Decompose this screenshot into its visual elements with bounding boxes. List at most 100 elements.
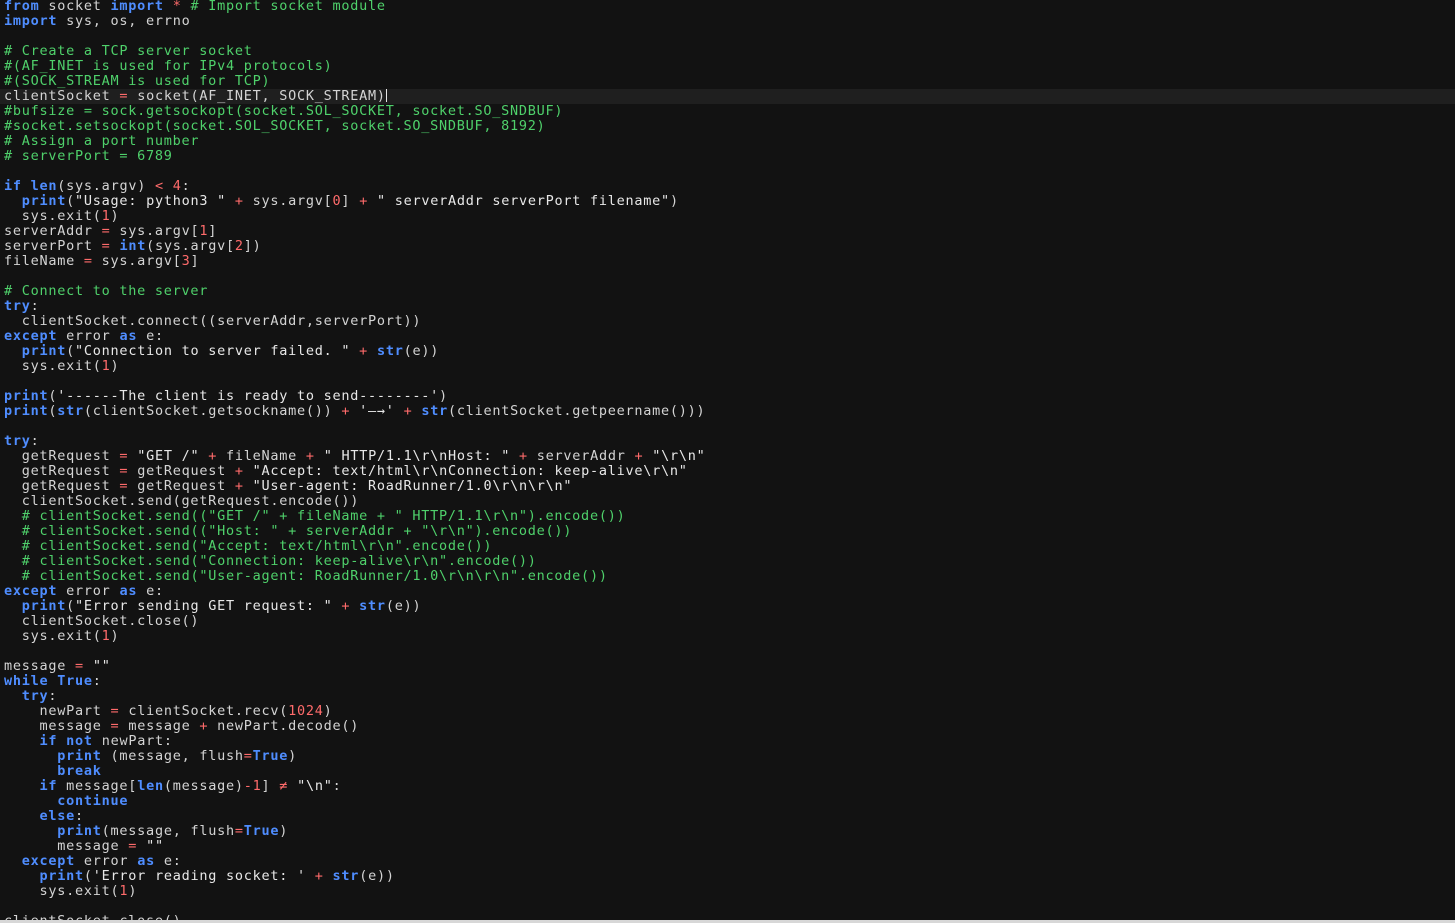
code-line[interactable]: print("Connection to server failed. " + … <box>4 344 1455 359</box>
code-line[interactable]: clientSocket.send(getRequest.encode()) <box>4 494 1455 509</box>
code-line[interactable]: if not newPart: <box>4 734 1455 749</box>
code-token: ( <box>48 388 58 404</box>
code-line[interactable]: # Assign a port number <box>4 134 1455 149</box>
code-line[interactable]: clientSocket.close() <box>4 614 1455 629</box>
code-line[interactable]: # serverPort = 6789 <box>4 149 1455 164</box>
code-line[interactable] <box>4 899 1455 914</box>
code-line[interactable]: sys.exit(1) <box>4 629 1455 644</box>
code-line[interactable]: # clientSocket.send(("Host: " + serverAd… <box>4 524 1455 539</box>
code-line[interactable]: serverPort = int(sys.argv[2]) <box>4 239 1455 254</box>
code-line[interactable]: message = message + newPart.decode() <box>4 719 1455 734</box>
code-token: #bufsize = sock.getsockopt(socket.SOL_SO… <box>4 103 564 119</box>
code-line[interactable]: serverAddr = sys.argv[1] <box>4 224 1455 239</box>
code-line[interactable] <box>4 644 1455 659</box>
code-token: # Create a TCP server socket <box>4 43 253 59</box>
code-line[interactable]: except error as e: <box>4 329 1455 344</box>
code-editor[interactable]: from socket import * # Import socket mod… <box>0 0 1455 920</box>
code-token: "Usage: python3 " <box>75 193 226 209</box>
code-line[interactable]: getRequest = getRequest + "User-agent: R… <box>4 479 1455 494</box>
code-token: + <box>234 193 244 209</box>
code-line[interactable]: clientSocket = socket(AF_INET, SOCK_STRE… <box>0 89 1455 104</box>
code-token: ) <box>110 208 120 224</box>
code-token: + <box>519 448 528 464</box>
code-line[interactable]: message = "" <box>4 839 1455 854</box>
code-line[interactable] <box>4 29 1455 44</box>
code-line[interactable]: while True: <box>4 674 1455 689</box>
code-token: + <box>234 478 244 494</box>
code-token: message <box>119 718 200 734</box>
code-token: "\n" <box>297 778 333 794</box>
code-token: print <box>21 343 67 359</box>
code-line[interactable]: getRequest = "GET /" + fileName + " HTTP… <box>4 449 1455 464</box>
code-line[interactable]: # clientSocket.send(("GET /" + fileName … <box>4 509 1455 524</box>
code-line[interactable]: break <box>4 764 1455 779</box>
code-area[interactable]: from socket import * # Import socket mod… <box>0 0 1455 920</box>
code-token: getRequest <box>4 463 120 479</box>
code-token: + <box>208 448 218 464</box>
code-line[interactable] <box>4 419 1455 434</box>
code-line[interactable]: newPart = clientSocket.recv(1024) <box>4 704 1455 719</box>
code-token: break <box>57 763 102 779</box>
code-token: ] <box>341 193 360 209</box>
code-token: ≠ <box>279 778 289 794</box>
code-line[interactable]: except error as e: <box>4 584 1455 599</box>
code-line[interactable]: print(str(clientSocket.getsockname()) + … <box>4 404 1455 419</box>
code-token: message <box>4 838 129 854</box>
code-token: + <box>314 868 324 884</box>
code-token: : <box>332 778 342 794</box>
code-token: (sys.argv) <box>57 178 155 194</box>
code-token: ]) <box>243 238 262 254</box>
code-token: = <box>75 658 84 674</box>
code-line[interactable]: try: <box>4 299 1455 314</box>
code-line[interactable]: print(message, flush=True) <box>4 824 1455 839</box>
code-line[interactable]: sys.exit(1) <box>4 359 1455 374</box>
code-line[interactable]: print('------The client is ready to send… <box>4 389 1455 404</box>
code-token: "" <box>146 838 164 854</box>
code-token: e: <box>137 583 164 599</box>
code-line[interactable]: try: <box>4 689 1455 704</box>
code-line[interactable]: except error as e: <box>4 854 1455 869</box>
code-line[interactable]: #bufsize = sock.getsockopt(socket.SOL_SO… <box>4 104 1455 119</box>
code-token: # Connect to the server <box>4 283 209 299</box>
code-line[interactable]: clientSocket.connect((serverAddr,serverP… <box>4 314 1455 329</box>
code-token: " HTTP/1.1\r\nHost: " <box>323 448 511 464</box>
code-token: ) <box>323 703 333 719</box>
code-line[interactable]: #socket.setsockopt(socket.SOL_SOCKET, so… <box>4 119 1455 134</box>
code-line[interactable]: # Create a TCP server socket <box>4 44 1455 59</box>
code-line[interactable]: # clientSocket.send("User-agent: RoadRun… <box>4 569 1455 584</box>
code-line[interactable]: if message[len(message)-1] ≠ "\n": <box>4 779 1455 794</box>
code-line[interactable]: getRequest = getRequest + "Accept: text/… <box>4 464 1455 479</box>
code-line[interactable]: fileName = sys.argv[3] <box>4 254 1455 269</box>
code-line[interactable]: sys.exit(1) <box>4 209 1455 224</box>
code-line[interactable]: try: <box>4 434 1455 449</box>
code-token: 1 <box>101 358 111 374</box>
code-line[interactable] <box>4 164 1455 179</box>
code-line[interactable] <box>4 374 1455 389</box>
code-line[interactable]: print('Error reading socket: ' + str(e)) <box>4 869 1455 884</box>
code-line[interactable]: print (message, flush=True) <box>4 749 1455 764</box>
code-line[interactable]: # Connect to the server <box>4 284 1455 299</box>
code-line[interactable]: continue <box>4 794 1455 809</box>
code-line[interactable]: from socket import * # Import socket mod… <box>4 0 1455 14</box>
code-line[interactable] <box>4 269 1455 284</box>
code-line[interactable]: sys.exit(1) <box>4 884 1455 899</box>
code-token: str <box>332 868 360 884</box>
code-line[interactable]: else: <box>4 809 1455 824</box>
code-token: ) <box>669 193 679 209</box>
code-line[interactable]: import sys, os, errno <box>4 14 1455 29</box>
code-line[interactable]: print("Usage: python3 " + sys.argv[0] + … <box>4 194 1455 209</box>
code-line[interactable]: #(SOCK_STREAM is used for TCP) <box>4 74 1455 89</box>
code-line[interactable]: message = "" <box>4 659 1455 674</box>
code-line[interactable]: #(AF_INET is used for IPv4 protocols) <box>4 59 1455 74</box>
code-token: ) <box>110 358 120 374</box>
code-line[interactable]: print("Error sending GET request: " + st… <box>4 599 1455 614</box>
code-line[interactable]: # clientSocket.send("Connection: keep-al… <box>4 554 1455 569</box>
code-line[interactable]: # clientSocket.send("Accept: text/html\r… <box>4 539 1455 554</box>
code-token: serverAddr <box>527 448 635 464</box>
code-line[interactable]: if len(sys.argv) < 4: <box>4 179 1455 194</box>
code-token: 1 <box>101 628 111 644</box>
